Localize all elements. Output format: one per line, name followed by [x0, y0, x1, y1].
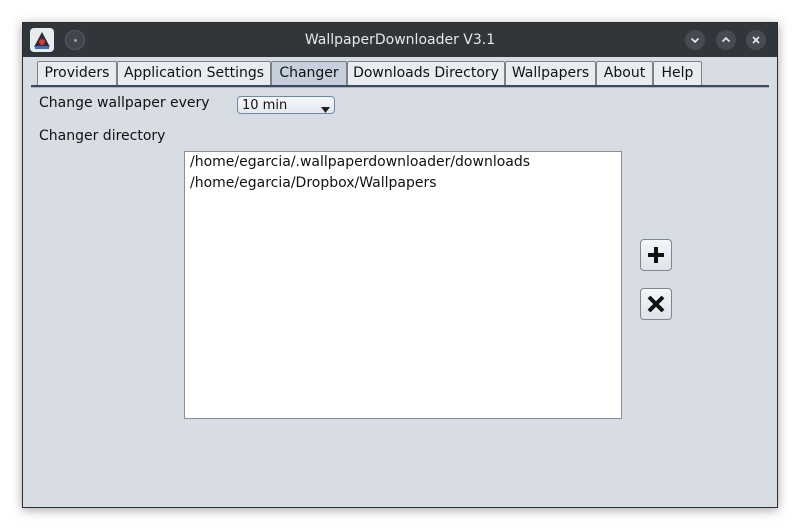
change-interval-select[interactable]: 10 min: [237, 96, 335, 114]
tab-downloads-directory[interactable]: Downloads Directory: [347, 61, 505, 85]
app-window: WallpaperDownloader V3.1 Providers Appli…: [22, 22, 778, 508]
changer-directory-list[interactable]: /home/egarcia/.wallpaperdownloader/downl…: [184, 151, 622, 419]
add-directory-button[interactable]: [640, 239, 672, 271]
title-bar[interactable]: WallpaperDownloader V3.1: [23, 23, 777, 57]
tab-changer[interactable]: Changer: [271, 61, 347, 85]
list-item[interactable]: /home/egarcia/.wallpaperdownloader/downl…: [190, 154, 530, 170]
tab-about[interactable]: About: [596, 61, 653, 85]
maximize-icon[interactable]: [716, 30, 736, 50]
change-interval-label: Change wallpaper every: [39, 95, 210, 111]
tab-providers[interactable]: Providers: [37, 61, 117, 85]
minimize-icon[interactable]: [685, 30, 705, 50]
change-interval-value: 10 min: [242, 98, 288, 113]
window-title: WallpaperDownloader V3.1: [304, 32, 496, 48]
list-item[interactable]: /home/egarcia/Dropbox/Wallpapers: [190, 175, 437, 191]
tab-wallpapers[interactable]: Wallpapers: [505, 61, 596, 85]
tab-divider-highlight: [31, 87, 769, 88]
tab-help[interactable]: Help: [653, 61, 702, 85]
remove-directory-button[interactable]: [640, 288, 672, 320]
chevron-down-icon: [321, 102, 330, 118]
changer-directory-label: Changer directory: [39, 128, 166, 144]
tab-application-settings[interactable]: Application Settings: [117, 61, 271, 85]
close-icon[interactable]: [746, 30, 766, 50]
